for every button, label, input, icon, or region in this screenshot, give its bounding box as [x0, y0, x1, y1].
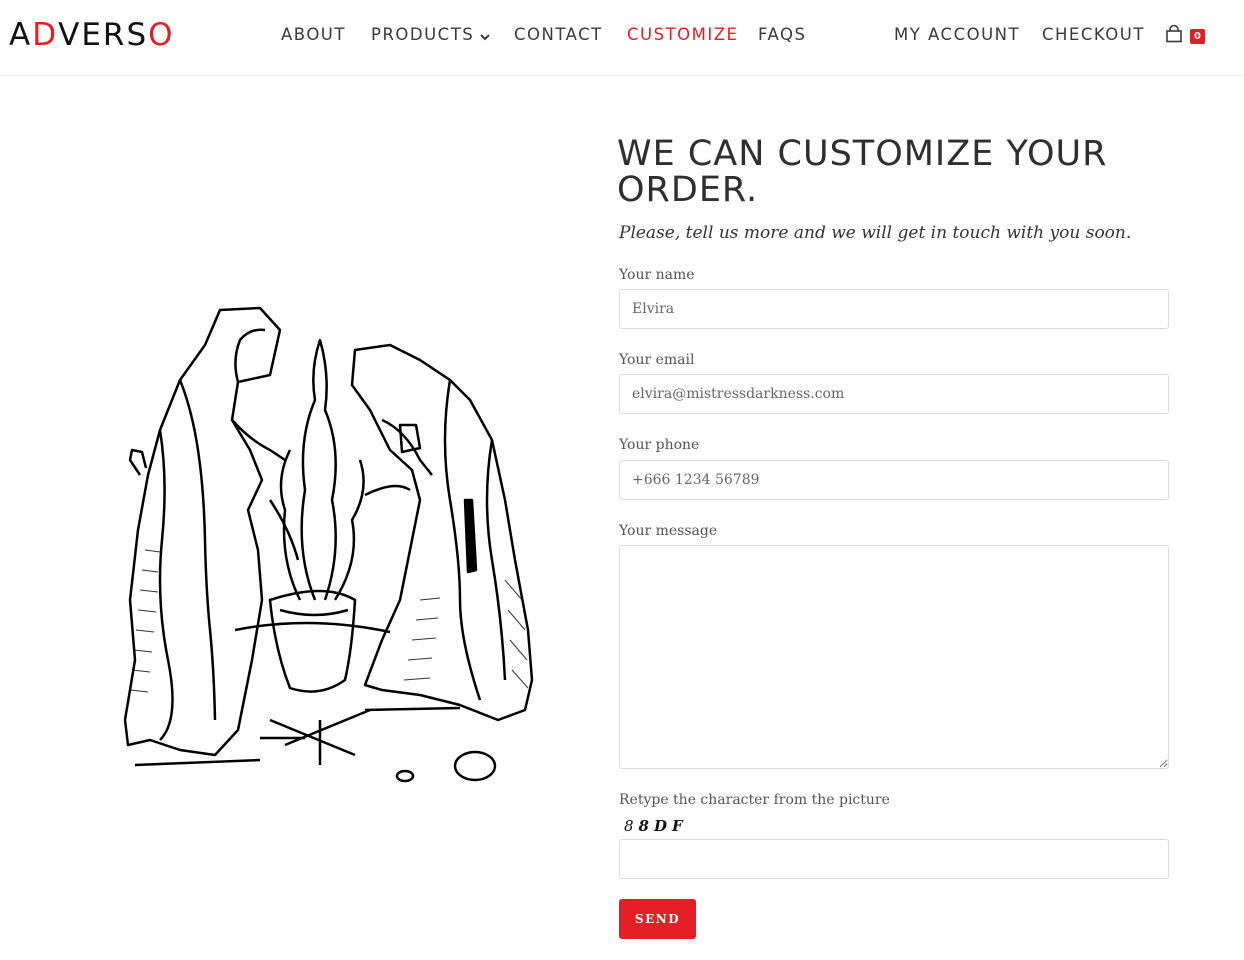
- captcha-field[interactable]: [619, 839, 1169, 879]
- nav-customize[interactable]: CUSTOMIZE: [627, 24, 738, 46]
- nav-my-account[interactable]: MY ACCOUNT: [894, 24, 1020, 46]
- page-subheading: Please, tell us more and we will get in …: [619, 223, 1132, 243]
- name-field[interactable]: [619, 289, 1169, 329]
- message-label: Your message: [619, 523, 718, 539]
- logo-letter: R: [102, 17, 127, 53]
- cart-button[interactable]: 0: [1165, 24, 1213, 46]
- page-heading: WE CAN CUSTOMIZE YOUR ORDER.: [617, 134, 1108, 210]
- logo-letter: S: [126, 17, 149, 53]
- witches-cauldron-illustration: [120, 300, 540, 790]
- logo-letter: D: [32, 17, 59, 53]
- cart-count-badge: 0: [1190, 29, 1205, 44]
- logo-letter: A: [9, 17, 33, 53]
- email-field[interactable]: [619, 374, 1169, 414]
- nav-faqs[interactable]: FAQS: [758, 24, 806, 46]
- captcha-image: 88DF: [624, 817, 688, 835]
- message-field[interactable]: [619, 545, 1169, 769]
- captcha-char: F: [672, 817, 684, 835]
- chevron-down-icon: [480, 25, 490, 47]
- captcha-label: Retype the character from the picture: [619, 792, 890, 808]
- send-button[interactable]: SEND: [619, 899, 696, 939]
- logo-letter: E: [81, 17, 103, 53]
- nav-products[interactable]: PRODUCTS: [371, 24, 490, 46]
- captcha-char: D: [653, 817, 668, 835]
- captcha-char: 8: [638, 817, 650, 835]
- logo-letter: O: [148, 17, 175, 53]
- logo-letter: V: [58, 17, 82, 53]
- nav-about[interactable]: ABOUT: [281, 24, 346, 46]
- phone-field[interactable]: [619, 460, 1169, 500]
- nav-contact[interactable]: CONTACT: [514, 24, 603, 46]
- brand-logo[interactable]: ADVERSO: [9, 17, 175, 53]
- nav-products-label: PRODUCTS: [371, 25, 475, 44]
- email-label: Your email: [619, 352, 695, 368]
- shopping-bag-icon: [1166, 25, 1182, 43]
- captcha-char: 8: [624, 817, 635, 835]
- site-header: ADVERSO ABOUT PRODUCTS CONTACT CUSTOMIZE…: [0, 0, 1244, 76]
- nav-checkout[interactable]: CHECKOUT: [1042, 24, 1145, 46]
- phone-label: Your phone: [619, 437, 700, 453]
- name-label: Your name: [619, 267, 695, 283]
